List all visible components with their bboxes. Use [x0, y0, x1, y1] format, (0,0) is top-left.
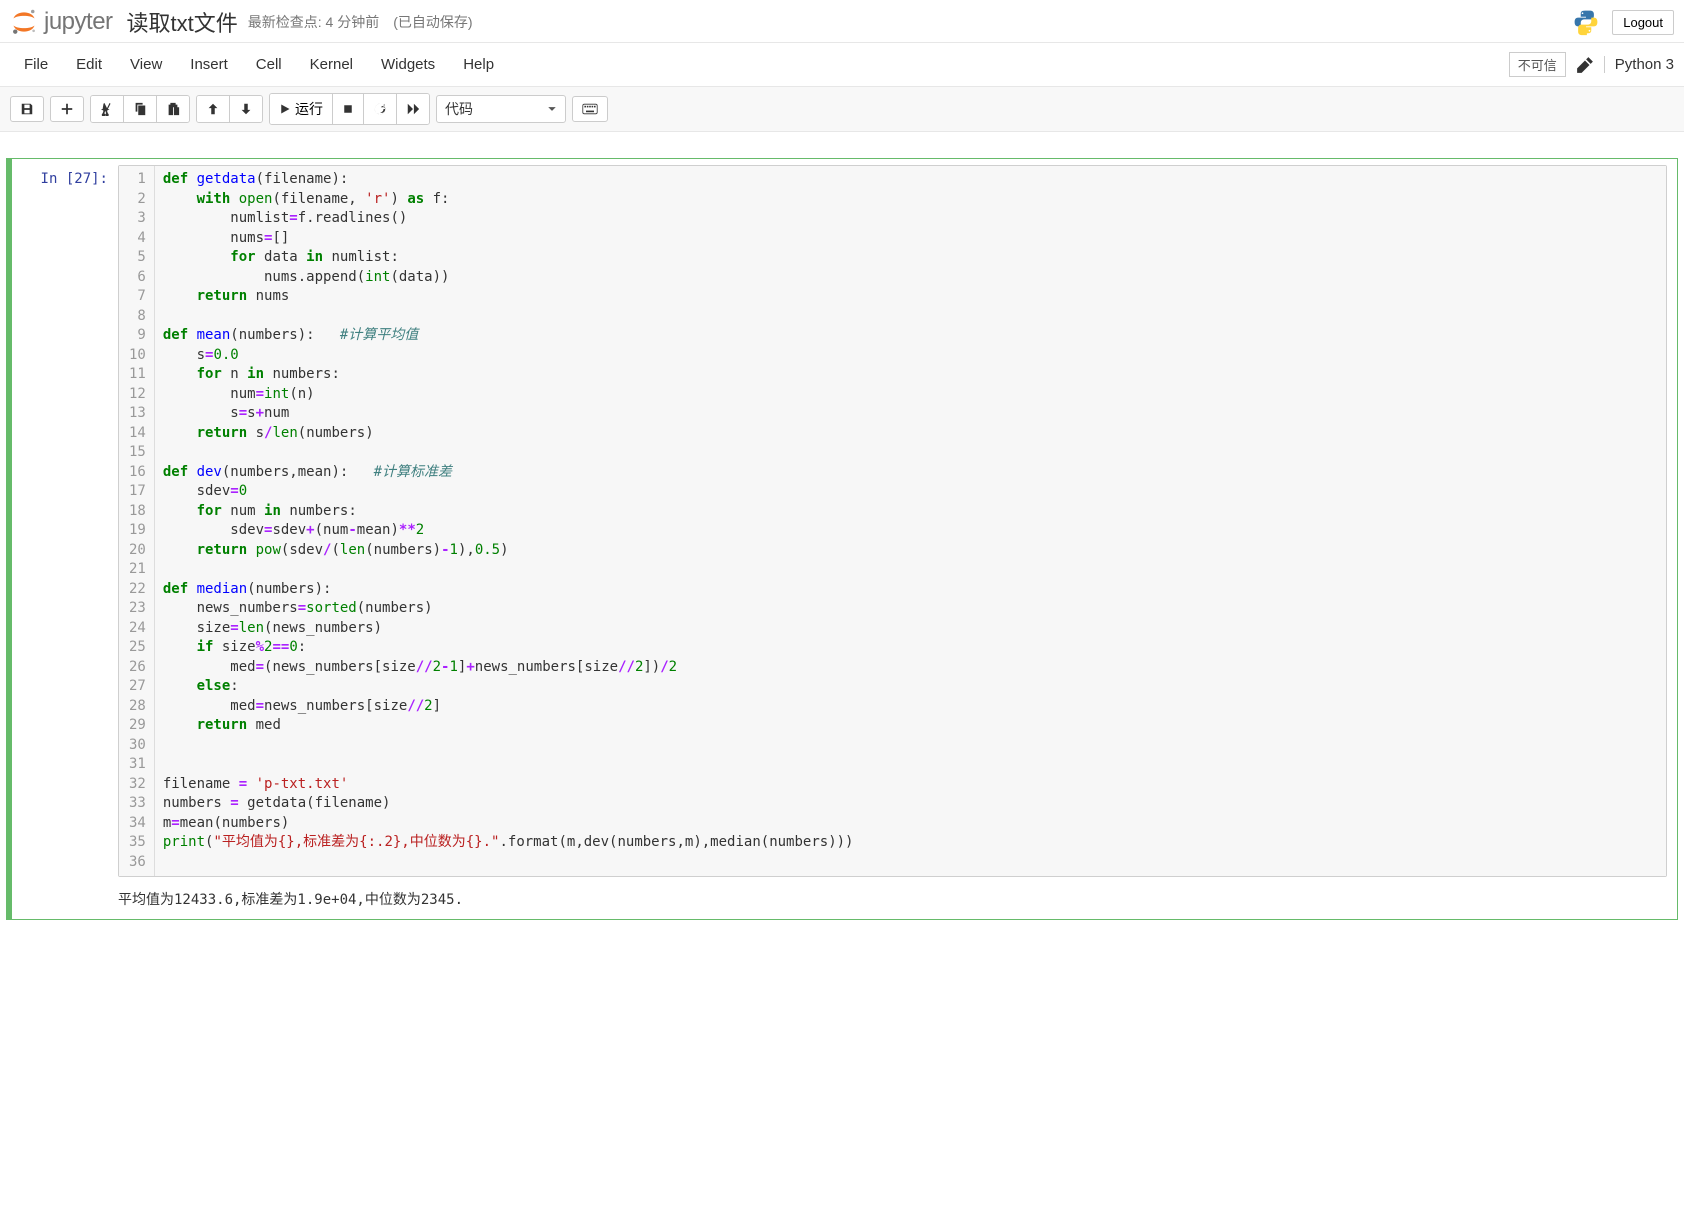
- save-button[interactable]: [10, 96, 44, 122]
- kernel-name[interactable]: Python 3: [1604, 56, 1674, 73]
- toolbar: 运行 代码: [0, 87, 1684, 132]
- move-down-button[interactable]: [229, 96, 262, 122]
- edit-icon[interactable]: [1576, 56, 1594, 74]
- move-up-button[interactable]: [197, 96, 229, 122]
- cut-button[interactable]: [91, 96, 123, 122]
- command-palette-button[interactable]: [572, 96, 608, 122]
- cell-type-label: 代码: [445, 99, 473, 119]
- paste-button[interactable]: [156, 96, 189, 122]
- cell-output: 平均值为12433.6,标准差为1.9e+04,中位数为2345.: [118, 885, 1677, 913]
- menu-help[interactable]: Help: [449, 49, 508, 80]
- menu-view[interactable]: View: [116, 49, 176, 80]
- menu-edit[interactable]: Edit: [62, 49, 116, 80]
- copy-button[interactable]: [123, 96, 156, 122]
- jupyter-icon: [10, 8, 38, 36]
- menu-file[interactable]: File: [10, 49, 62, 80]
- run-label: 运行: [295, 99, 323, 119]
- trust-indicator[interactable]: 不可信: [1509, 52, 1566, 77]
- menu-cell[interactable]: Cell: [242, 49, 296, 80]
- menu-widgets[interactable]: Widgets: [367, 49, 449, 80]
- header: jupyter 读取txt文件 最新检查点: 4 分钟前 (已自动保存) Log…: [0, 0, 1684, 43]
- notebook-container: In [27]: 1234567891011121314151617181920…: [0, 132, 1684, 946]
- restart-button[interactable]: [363, 94, 396, 124]
- chevron-down-icon: [547, 104, 557, 114]
- code-content[interactable]: def getdata(filename): with open(filenam…: [155, 166, 1666, 876]
- menu-kernel[interactable]: Kernel: [296, 49, 367, 80]
- logo-text: jupyter: [44, 8, 113, 36]
- output-prompt: [12, 885, 118, 913]
- code-input[interactable]: 1234567891011121314151617181920212223242…: [118, 165, 1667, 877]
- checkpoint-status: 最新检查点: 4 分钟前: [248, 12, 379, 32]
- add-cell-button[interactable]: [50, 96, 84, 122]
- restart-run-all-button[interactable]: [396, 94, 429, 124]
- menu-insert[interactable]: Insert: [176, 49, 242, 80]
- line-gutter: 1234567891011121314151617181920212223242…: [119, 166, 155, 876]
- interrupt-button[interactable]: [332, 94, 363, 124]
- menu-bar: File Edit View Insert Cell Kernel Widget…: [0, 43, 1684, 87]
- notebook-title[interactable]: 读取txt文件: [127, 6, 238, 38]
- code-cell[interactable]: In [27]: 1234567891011121314151617181920…: [6, 158, 1678, 920]
- jupyter-logo[interactable]: jupyter: [10, 8, 113, 36]
- python-icon: [1572, 8, 1600, 36]
- autosave-status: (已自动保存): [393, 12, 472, 32]
- input-prompt: In [27]:: [12, 165, 118, 877]
- run-button[interactable]: 运行: [270, 94, 332, 124]
- cell-type-select[interactable]: 代码: [436, 95, 566, 123]
- logout-button[interactable]: Logout: [1612, 10, 1674, 35]
